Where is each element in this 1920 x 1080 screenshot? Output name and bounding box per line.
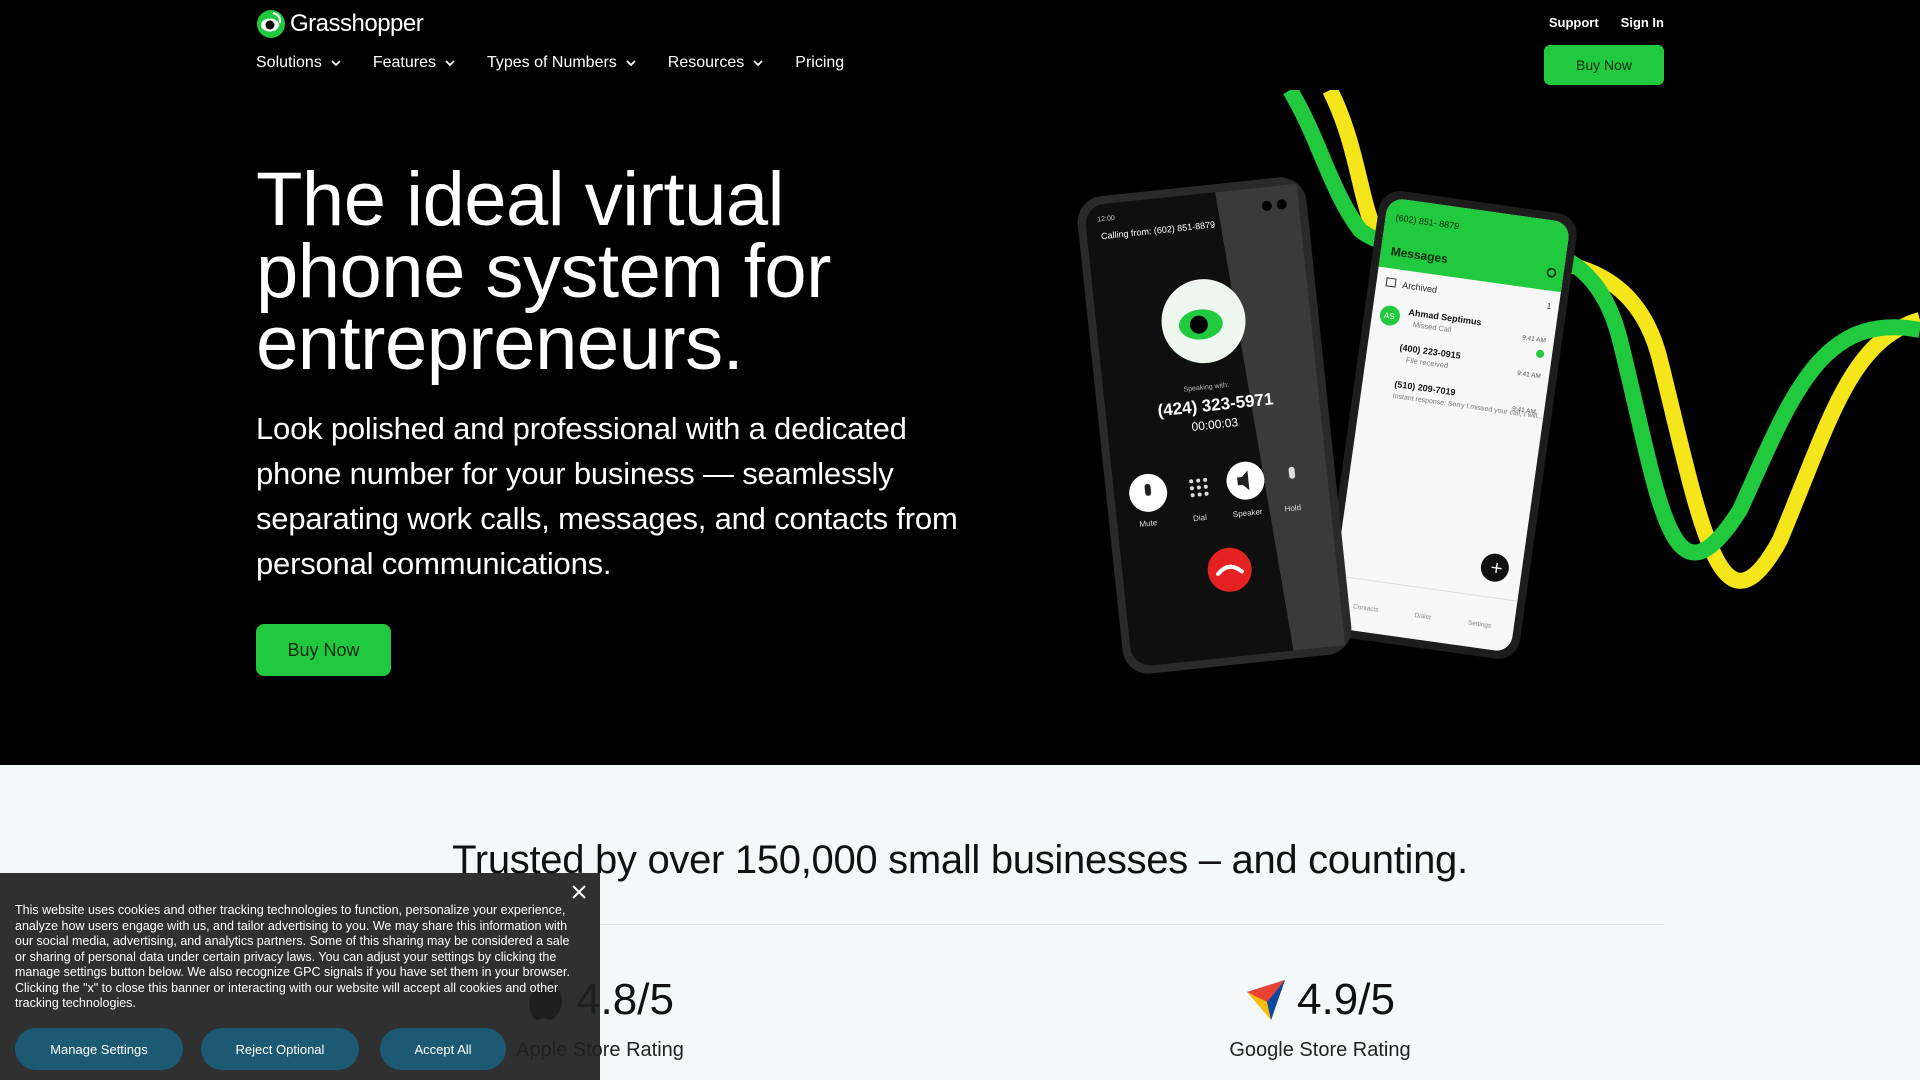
hero-section: Grasshopper Support Sign In Solutions Fe… — [0, 0, 1920, 765]
cookie-banner: This website uses cookies and other trac… — [0, 873, 600, 1080]
utility-links: Support Sign In — [1549, 15, 1664, 30]
chevron-down-icon — [626, 60, 636, 67]
main-nav: Solutions Features Types of Numbers Reso… — [256, 54, 876, 72]
plus-icon: + — [1489, 557, 1505, 578]
control-label: Mute — [1139, 518, 1158, 529]
nav-item-solutions[interactable]: Solutions — [256, 54, 341, 72]
hero-subcopy: Look polished and professional with a de… — [256, 411, 958, 581]
google-store-rating: 4.9/5 Google Store Rating — [1220, 975, 1420, 1062]
grasshopper-logo-icon — [257, 10, 285, 38]
nav-label: Solutions — [256, 54, 322, 71]
call-phone: 12:00 Calling from: (602) 851-8879 Speak… — [1077, 177, 1352, 674]
google-play-icon — [1247, 980, 1286, 1020]
dialpad-icon — [1189, 477, 1209, 498]
nav-label: Types of Numbers — [486, 54, 617, 71]
support-link[interactable]: Support — [1549, 15, 1599, 30]
nav-item-pricing[interactable]: Pricing — [795, 54, 844, 72]
control-label: Hold — [1284, 503, 1301, 514]
chevron-down-icon — [331, 60, 341, 67]
phones-illustration: (602) 851- 8879 Messages Archived 1 AS A… — [1077, 90, 1920, 674]
chevron-down-icon — [753, 60, 763, 67]
chevron-down-icon — [445, 60, 455, 67]
hero-headline: The ideal virtual phone system for entre… — [256, 162, 956, 382]
nav-item-resources[interactable]: Resources — [668, 54, 763, 72]
avatar-initials: AS — [1383, 311, 1395, 321]
header-buy-now-button[interactable]: Buy Now — [1544, 45, 1664, 85]
accept-all-button[interactable]: Accept All — [380, 1028, 506, 1070]
nav-label: Pricing — [795, 54, 845, 71]
close-icon[interactable] — [568, 881, 590, 903]
hero-buy-now-button[interactable]: Buy Now — [256, 624, 391, 676]
nav-item-features[interactable]: Features — [373, 54, 455, 72]
messages-phone: (602) 851- 8879 Messages Archived 1 AS A… — [1321, 191, 1577, 659]
nav-item-types-of-numbers[interactable]: Types of Numbers — [487, 54, 636, 72]
google-rating-value: 4.9/5 — [1297, 975, 1395, 1024]
grasshopper-logo[interactable]: Grasshopper — [256, 8, 424, 40]
cookie-notice-text: This website uses cookies and other trac… — [15, 903, 570, 1010]
nav-label: Resources — [667, 54, 745, 71]
headline-line: entrepreneurs. — [256, 301, 744, 386]
manage-settings-button[interactable]: Manage Settings — [15, 1028, 183, 1070]
rating-row: 4.9/5 — [1245, 975, 1395, 1025]
nav-label: Features — [372, 54, 436, 71]
logo-text: Grasshopper — [290, 10, 424, 37]
reject-optional-button[interactable]: Reject Optional — [201, 1028, 359, 1070]
google-rating-label: Google Store Rating — [1229, 1039, 1411, 1061]
control-label: Dial — [1193, 513, 1208, 523]
sign-in-link[interactable]: Sign In — [1621, 15, 1664, 30]
